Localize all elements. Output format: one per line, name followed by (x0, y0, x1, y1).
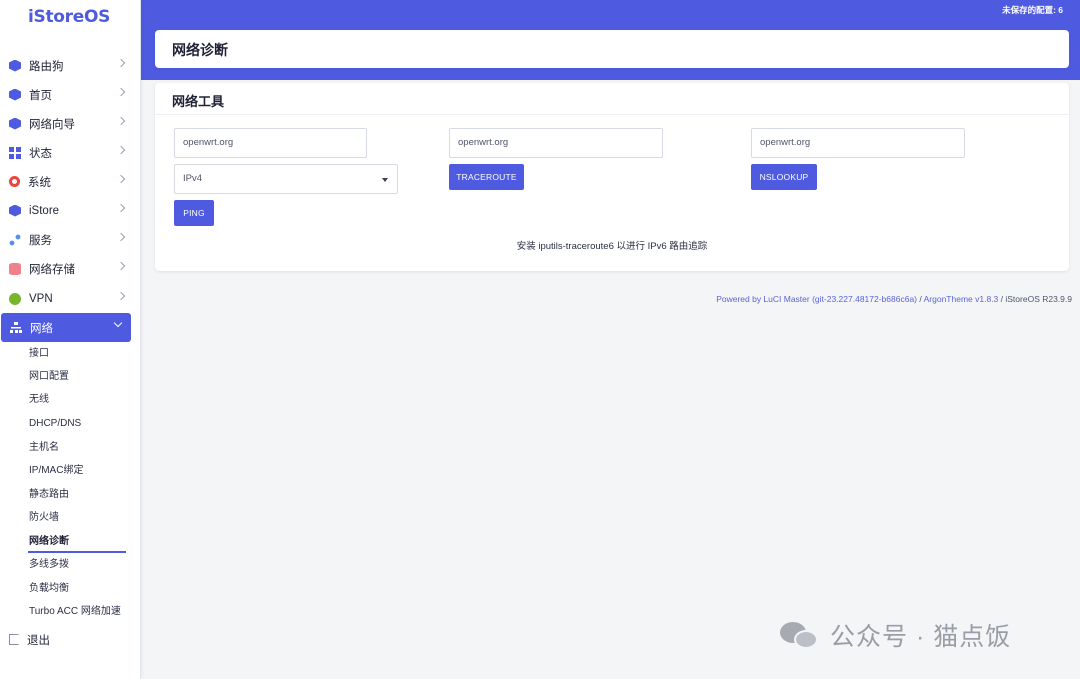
traceroute-button[interactable]: TRACEROUTE (449, 164, 524, 190)
ipv6-traceroute-hint: 安装 iputils-traceroute6 以进行 IPv6 路由追踪 (516, 241, 708, 252)
traceroute-host-input[interactable]: openwrt.org (449, 128, 663, 158)
dashboard-grid-icon (9, 146, 21, 159)
sidebar-item-logout[interactable]: 退出 (0, 625, 141, 654)
footer-theme-link[interactable]: ArgonTheme v1.8.3 (924, 294, 999, 304)
submenu-item-multiwan[interactable]: 多线多拨 (29, 555, 69, 575)
submenu-item-port-config[interactable]: 网口配置 (29, 367, 69, 387)
ping-host-input[interactable]: openwrt.org (174, 128, 367, 158)
cube-icon (9, 88, 21, 101)
sidebar-item-label: VPN (29, 292, 53, 305)
sidebar-item-network[interactable]: 网络 (1, 313, 131, 342)
nodes-icon (9, 233, 21, 246)
chevron-right-icon (116, 291, 126, 301)
page-title: 网络诊断 (172, 42, 228, 58)
submenu-item-ip-mac-binding[interactable]: IP/MAC绑定 (29, 461, 83, 481)
sidebar-item-label: 路由狗 (29, 60, 64, 73)
logout-icon (9, 634, 19, 645)
footer: Powered by LuCI Master (git-23.227.48172… (716, 294, 1072, 304)
submenu-item-wireless[interactable]: 无线 (29, 390, 49, 410)
watermark-text: 公众号 · 猫点饭 (830, 623, 1012, 651)
nslookup-host-input[interactable]: openwrt.org (751, 128, 965, 158)
sidebar-item-label: iStore (29, 204, 60, 217)
network-icon (10, 321, 22, 334)
sidebar-item-label: 服务 (29, 234, 52, 247)
sidebar-item-status[interactable]: 状态 (0, 138, 141, 167)
footer-luci-link[interactable]: Powered by LuCI Master (git-23.227.48172… (716, 294, 917, 304)
submenu-item-hostnames[interactable]: 主机名 (29, 438, 59, 458)
nslookup-button[interactable]: NSLOOKUP (751, 164, 817, 190)
sidebar-item-vpn[interactable]: VPN (0, 284, 141, 313)
sidebar: iStoreOS 路由狗 首页 网络向导 状态 系统 iStore 服务 网络存… (0, 0, 141, 679)
network-tools-card: 网络工具 openwrt.org IPv4 PING openwrt.org T… (155, 83, 1069, 271)
chevron-right-icon (116, 145, 126, 155)
sidebar-item-label: 状态 (29, 147, 52, 160)
submenu-item-dhcp-dns[interactable]: DHCP/DNS (29, 414, 81, 434)
ip-protocol-select[interactable]: IPv4 (174, 164, 398, 194)
cube-icon (9, 117, 21, 130)
wechat-icon (780, 619, 820, 651)
sidebar-item-services[interactable]: 服务 (0, 225, 141, 254)
chevron-down-icon (113, 318, 123, 328)
app-logo[interactable]: iStoreOS (28, 7, 110, 27)
chevron-right-icon (116, 58, 126, 68)
database-icon (9, 262, 21, 275)
cube-icon (9, 204, 21, 217)
sidebar-item-label: 网络存储 (29, 263, 75, 276)
divider (155, 114, 1069, 115)
submenu-item-turbo-acc[interactable]: Turbo ACC 网络加速 (29, 602, 121, 622)
chevron-right-icon (116, 174, 126, 184)
chevron-right-icon (116, 261, 126, 271)
vpn-icon (9, 292, 21, 305)
sidebar-item-router-dog[interactable]: 路由狗 (0, 51, 141, 80)
sidebar-item-home[interactable]: 首页 (0, 80, 141, 109)
sidebar-item-system[interactable]: 系统 (0, 167, 141, 196)
sidebar-item-label: 首页 (29, 89, 52, 102)
active-submenu-indicator (28, 551, 126, 553)
sidebar-item-network-wizard[interactable]: 网络向导 (0, 109, 141, 138)
sidebar-item-network-storage[interactable]: 网络存储 (0, 254, 141, 283)
sidebar-item-label: 系统 (28, 176, 51, 189)
footer-separator: / (917, 294, 924, 304)
ping-button[interactable]: PING (174, 200, 214, 226)
sidebar-item-label: 网络 (30, 322, 53, 335)
unsaved-changes-link[interactable]: 未保存的配置: 6 (1002, 4, 1063, 16)
sidebar-item-label: 网络向导 (29, 118, 75, 131)
page-title-card: 网络诊断 (155, 30, 1069, 68)
cube-icon (9, 59, 21, 72)
chevron-right-icon (116, 203, 126, 213)
gear-icon (9, 176, 20, 187)
watermark: 公众号 · 猫点饭 (780, 618, 1011, 652)
sidebar-item-label: 退出 (27, 634, 50, 647)
submenu-item-interfaces[interactable]: 接口 (29, 344, 49, 364)
submenu-item-firewall[interactable]: 防火墙 (29, 508, 59, 528)
section-title: 网络工具 (172, 94, 225, 109)
chevron-right-icon (116, 87, 126, 97)
chevron-right-icon (116, 116, 126, 126)
chevron-right-icon (116, 232, 126, 242)
submenu-item-load-balancing[interactable]: 负载均衡 (29, 579, 69, 599)
sidebar-item-istore[interactable]: iStore (0, 196, 141, 225)
footer-version: iStoreOS R23.9.9 (1005, 294, 1072, 304)
ip-protocol-value: IPv4 (183, 173, 203, 184)
submenu-item-static-routes[interactable]: 静态路由 (29, 485, 69, 505)
caret-down-icon (382, 178, 388, 182)
submenu-item-diagnostics[interactable]: 网络诊断 (29, 532, 69, 552)
